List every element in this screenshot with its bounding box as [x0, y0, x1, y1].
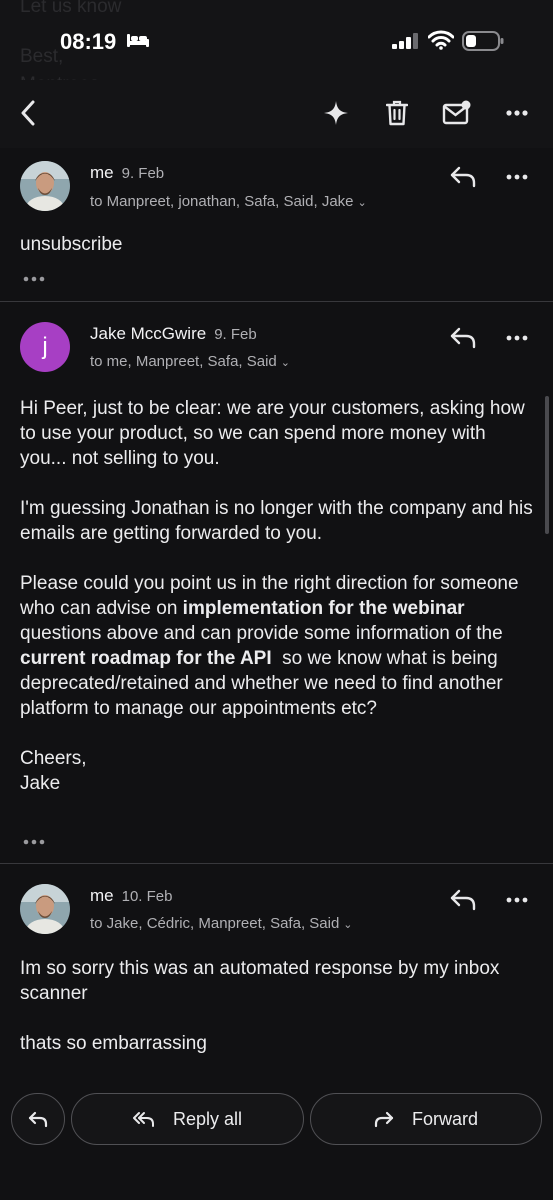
delete-button[interactable]	[380, 96, 414, 130]
sender-line: Jake MccGwire 9. Feb	[90, 324, 257, 344]
avatar[interactable]: j	[20, 322, 70, 372]
sender-name: me	[90, 886, 114, 905]
body-paragraph: Please could you point us in the right d…	[20, 571, 535, 721]
avatar[interactable]	[20, 884, 70, 934]
sender-name: Jake MccGwire	[90, 324, 207, 343]
reply-all-label: Reply all	[172, 1108, 243, 1129]
more-icon[interactable]	[505, 334, 529, 342]
avatar-photo	[20, 884, 70, 934]
chevron-left-icon	[21, 100, 35, 126]
back-button[interactable]	[11, 96, 45, 130]
ai-assist-button[interactable]	[319, 96, 353, 130]
avatar[interactable]	[20, 161, 70, 211]
more-icon	[506, 110, 528, 116]
body-text: Jake	[20, 773, 61, 794]
body-bold-text: current roadmap for the API	[20, 648, 272, 669]
chevron-down-icon: ⌄	[343, 919, 353, 931]
message-card[interactable]: me 10. Feb to Jake, Cédric, Manpreet, Saf…	[0, 864, 553, 1084]
body-paragraph: Im so sorry this was an automated respon…	[20, 958, 500, 1004]
wifi-icon	[428, 30, 454, 50]
chevron-down-icon: ⌄	[280, 357, 290, 369]
reply-all-button[interactable]: Reply all	[71, 1093, 304, 1145]
mark-unread-button[interactable]	[440, 96, 474, 130]
avatar-letter: j	[42, 333, 48, 360]
message-date: 9. Feb	[121, 165, 165, 182]
recipients-toggle[interactable]: to Jake, Cédric, Manpreet, Safa, Said ⌄	[90, 915, 353, 932]
chevron-down-icon: ⌄	[357, 197, 367, 209]
body-paragraph: Cheers, Jake	[20, 746, 535, 796]
status-time: 08:19	[60, 29, 117, 54]
forward-label: Forward	[411, 1108, 478, 1129]
forward-icon	[374, 1111, 394, 1128]
show-trimmed-content-button[interactable]	[22, 838, 46, 846]
show-trimmed-content-button[interactable]	[22, 275, 46, 283]
sparkle-icon	[324, 101, 348, 125]
recipients-text: to Jake, Cédric, Manpreet, Safa, Said	[90, 915, 340, 932]
reply-icon[interactable]	[449, 326, 477, 350]
trash-icon	[386, 100, 408, 126]
recipients-toggle[interactable]: to me, Manpreet, Safa, Said ⌄	[90, 353, 290, 370]
body-paragraph: I'm guessing Jonathan is no longer with …	[20, 498, 533, 544]
body-paragraph: thats so embarrassing	[20, 1033, 207, 1054]
sender-line: me 9. Feb	[90, 163, 164, 183]
mark-unread-icon	[442, 100, 471, 125]
avatar-photo	[20, 161, 70, 211]
cellular-signal-icon	[392, 33, 418, 49]
message-date: 9. Feb	[214, 326, 257, 343]
reply-all-icon	[132, 1112, 154, 1127]
body-bold-text: implementation for the webinar	[182, 598, 465, 619]
reply-icon[interactable]	[449, 165, 477, 189]
body-text: questions above and can provide some inf…	[20, 623, 503, 644]
recipients-text: to Manpreet, jonathan, Safa, Said, Jake	[90, 193, 354, 210]
more-icon[interactable]	[505, 896, 529, 904]
message-body: Im so sorry this was an automated respon…	[20, 956, 535, 1056]
ghost-text-line: Let us know	[20, 0, 122, 17]
sender-line: me 10. Feb	[90, 886, 173, 906]
battery-icon	[462, 31, 504, 51]
reply-icon	[28, 1111, 48, 1128]
reply-icon[interactable]	[449, 888, 477, 912]
toolbar	[0, 80, 553, 148]
recipients-toggle[interactable]: to Manpreet, jonathan, Safa, Said, Jake ⌄	[90, 193, 367, 210]
sleep-focus-icon	[127, 34, 149, 47]
scrollbar[interactable]	[545, 396, 549, 534]
sender-name: me	[90, 163, 114, 182]
reply-button[interactable]	[11, 1093, 65, 1145]
message-card[interactable]: j Jake MccGwire 9. Feb to me, Manpreet, S…	[0, 302, 553, 863]
message-body: unsubscribe	[20, 232, 535, 257]
message-body: Hi Peer, just to be clear: we are your c…	[20, 396, 535, 796]
forward-button[interactable]: Forward	[310, 1093, 542, 1145]
message-card[interactable]: me 9. Feb to Manpreet, jonathan, Safa, Sa…	[0, 148, 553, 301]
recipients-text: to me, Manpreet, Safa, Said	[90, 353, 277, 370]
ghost-text-line: Best,	[20, 46, 64, 67]
body-paragraph: Hi Peer, just to be clear: we are your c…	[20, 398, 525, 469]
body-paragraph: unsubscribe	[20, 234, 123, 255]
message-date: 10. Feb	[121, 888, 173, 905]
body-text: Cheers,	[20, 748, 87, 769]
more-icon[interactable]	[505, 173, 529, 181]
more-options-button[interactable]	[500, 96, 534, 130]
status-bar: Let us know Best, Montrees 08:19	[0, 0, 553, 95]
